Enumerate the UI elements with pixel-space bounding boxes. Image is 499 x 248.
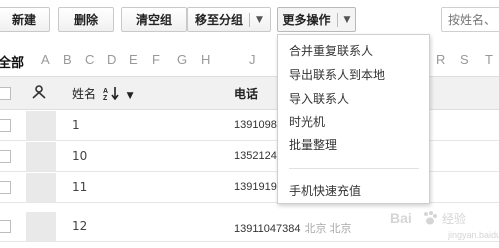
contact-phone: 1391098	[234, 119, 277, 131]
svg-text:Z: Z	[103, 95, 108, 100]
clear-group-label: 清空组	[135, 13, 172, 27]
name-column-label: 姓名	[72, 87, 97, 101]
row-checkbox[interactable]	[0, 181, 11, 194]
delete-button-label: 删除	[73, 13, 98, 27]
more-actions-menu: 合并重复联系人 导出联系人到本地 导入联系人 时光机 批量整理 手机快速充值	[277, 34, 430, 204]
clear-group-button[interactable]: 清空组	[121, 7, 187, 32]
contact-name: 11	[72, 180, 88, 194]
alpha-r[interactable]: R	[436, 52, 445, 67]
chevron-down-icon: ▼	[343, 14, 351, 25]
new-button-label: 新建	[11, 13, 36, 27]
chevron-down-icon[interactable]: ▼	[127, 91, 134, 101]
new-button[interactable]: 新建	[0, 7, 50, 32]
row-checkbox[interactable]	[0, 119, 11, 132]
menu-item-merge-duplicates[interactable]: 合并重复联系人	[289, 42, 373, 59]
search-input[interactable]	[441, 7, 499, 32]
menu-item-batch-organize[interactable]: 批量整理	[289, 136, 337, 153]
separator	[336, 12, 338, 27]
alpha-c[interactable]: C	[85, 52, 94, 67]
alpha-e[interactable]: E	[129, 52, 138, 67]
watermark-text: Bai	[390, 210, 412, 226]
alpha-h[interactable]: H	[201, 52, 210, 67]
avatar	[26, 142, 56, 171]
person-icon	[32, 85, 46, 102]
svg-text:A: A	[103, 88, 108, 95]
paw-icon	[422, 210, 438, 229]
move-group-label: 移至分组	[195, 13, 244, 27]
alpha-j[interactable]: J	[249, 52, 256, 67]
row-checkbox[interactable]	[0, 220, 11, 233]
more-actions-label: 更多操作	[282, 13, 331, 27]
alpha-d[interactable]: D	[107, 52, 116, 67]
alpha-all[interactable]: 全部	[0, 52, 24, 71]
phone-column-header: 电话	[234, 87, 259, 101]
contact-phone: 1391919	[234, 181, 277, 193]
menu-item-export-contacts[interactable]: 导出联系人到本地	[289, 66, 385, 83]
sort-az-icon[interactable]: AZ	[103, 86, 121, 103]
contact-phone: 13911047384 北京 北京	[234, 223, 352, 235]
alpha-b[interactable]: B	[63, 52, 72, 67]
select-all-checkbox[interactable]	[0, 87, 11, 100]
name-column-header[interactable]: 姓名 AZ ▼	[72, 85, 134, 103]
separator	[249, 12, 251, 27]
contact-name: 10	[72, 149, 88, 163]
alpha-f[interactable]: F	[152, 52, 160, 67]
chevron-down-icon: ▼	[256, 14, 263, 25]
contact-phone: 1352124	[234, 150, 277, 162]
menu-item-import-contacts[interactable]: 导入联系人	[289, 90, 349, 107]
avatar	[26, 173, 56, 202]
move-to-group-button[interactable]: 移至分组 ▼	[187, 7, 271, 32]
more-actions-button[interactable]: 更多操作 ▼	[277, 7, 356, 32]
watermark: Bai 经验 jingyan.baidu.com	[380, 198, 499, 248]
avatar	[26, 111, 56, 140]
watermark-text2: 经验	[442, 212, 467, 226]
row-checkbox[interactable]	[0, 150, 11, 163]
watermark-url: jingyan.baidu.com	[448, 230, 499, 240]
alpha-s[interactable]: S	[460, 52, 469, 67]
contact-name: 1	[72, 118, 80, 132]
menu-item-phone-recharge[interactable]: 手机快速充值	[289, 182, 361, 199]
toolbar: 新建 删除 清空组 移至分组 ▼ 更多操作 ▼	[0, 0, 499, 38]
contact-name: 12	[72, 219, 88, 233]
avatar	[26, 212, 56, 241]
menu-divider	[289, 168, 419, 169]
menu-item-time-machine[interactable]: 时光机	[289, 113, 325, 130]
alpha-a[interactable]: A	[41, 52, 50, 67]
alpha-g[interactable]: G	[177, 52, 187, 67]
alpha-t[interactable]: T	[485, 52, 493, 67]
delete-button[interactable]: 删除	[58, 7, 114, 32]
